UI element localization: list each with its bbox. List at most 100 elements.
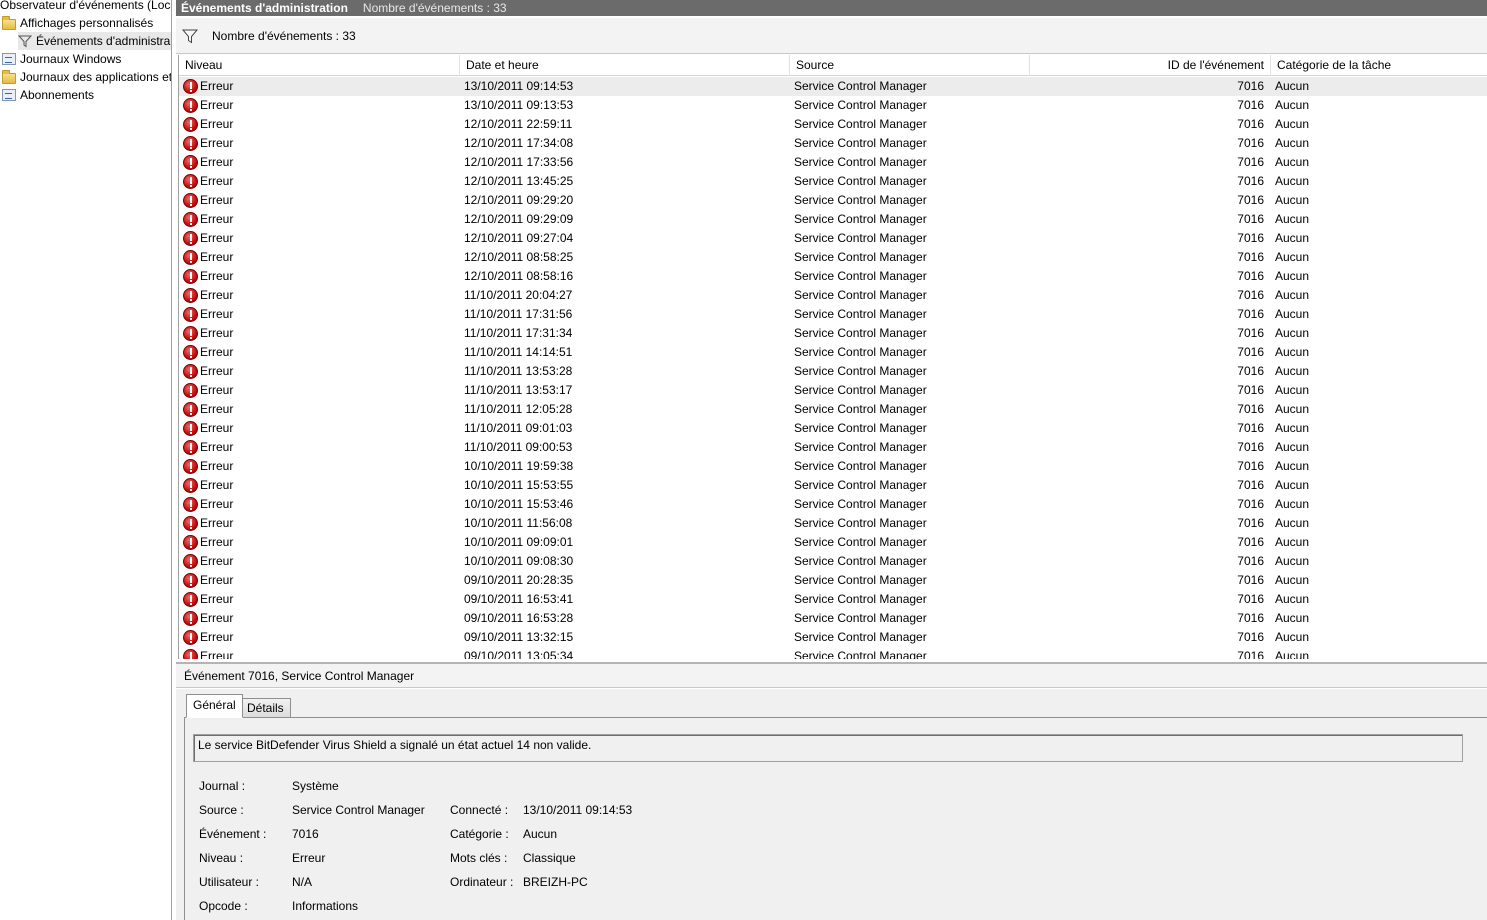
cell-level: Erreur bbox=[183, 153, 453, 172]
table-row[interactable]: Erreur 11/10/2011 09:01:03 Service Control… bbox=[179, 419, 1487, 438]
table-row[interactable]: Erreur 11/10/2011 20:04:27 Service Control… bbox=[179, 286, 1487, 305]
cell-source: Service Control Manager bbox=[794, 478, 927, 492]
table-row[interactable]: Erreur 11/10/2011 09:00:53 Service Control… bbox=[179, 438, 1487, 457]
table-header: Niveau Date et heure Source ID de l'évén… bbox=[179, 55, 1487, 76]
table-row[interactable]: Erreur 12/10/2011 22:59:11 Service Control… bbox=[179, 115, 1487, 134]
table-row[interactable]: Erreur 10/10/2011 15:53:55 Service Control… bbox=[179, 476, 1487, 495]
cell-source: Service Control Manager bbox=[794, 630, 927, 644]
table-row[interactable]: Erreur 10/10/2011 19:59:38 Service Control… bbox=[179, 457, 1487, 476]
main-pane: Événements d'administration Nombre d'évé… bbox=[176, 0, 1487, 920]
cell-level: Erreur bbox=[183, 533, 453, 552]
cell-level: Erreur bbox=[183, 381, 453, 400]
cell-task-category: Aucun bbox=[1275, 155, 1310, 169]
cell-level: Erreur bbox=[183, 324, 453, 343]
table-row[interactable]: Erreur 09/10/2011 16:53:41 Service Control… bbox=[179, 590, 1487, 609]
table-row[interactable]: Erreur 11/10/2011 12:05:28 Service Control… bbox=[179, 400, 1487, 419]
cell-date: 09/10/2011 20:28:35 bbox=[464, 573, 574, 587]
error-icon bbox=[183, 573, 198, 588]
table-row[interactable]: Erreur 11/10/2011 13:53:17 Service Control… bbox=[179, 381, 1487, 400]
column-header-task-category[interactable]: Catégorie de la tâche bbox=[1271, 55, 1487, 76]
table-row[interactable]: Erreur 10/10/2011 15:53:46 Service Control… bbox=[179, 495, 1487, 514]
cell-task-category: Aucun bbox=[1275, 250, 1310, 264]
tree-item-windows-logs[interactable]: Journaux Windows bbox=[2, 50, 121, 68]
cell-date: 12/10/2011 09:29:20 bbox=[464, 193, 574, 207]
cell-event-id: 7016 bbox=[1237, 326, 1264, 340]
cell-task-category: Aucun bbox=[1275, 592, 1310, 606]
tab-general[interactable]: Général bbox=[186, 694, 243, 718]
cell-level: Erreur bbox=[183, 495, 453, 514]
prop-value-source: Service Control Manager bbox=[292, 803, 425, 817]
table-row[interactable]: Erreur 09/10/2011 13:05:34 Service Control… bbox=[179, 647, 1487, 659]
prop-value-category: Aucun bbox=[523, 827, 558, 841]
level-text: Erreur bbox=[200, 421, 234, 435]
filter-icon[interactable] bbox=[182, 28, 198, 44]
cell-level: Erreur bbox=[183, 571, 453, 590]
table-row[interactable]: Erreur 13/10/2011 09:13:53 Service Control… bbox=[179, 96, 1487, 115]
pane-title-bar: Événements d'administration Nombre d'évé… bbox=[176, 0, 1487, 16]
column-header-date[interactable]: Date et heure bbox=[460, 55, 790, 76]
cell-level: Erreur bbox=[183, 77, 453, 96]
error-icon bbox=[183, 535, 198, 550]
tab-details[interactable]: Détails bbox=[240, 698, 291, 718]
table-row[interactable]: Erreur 12/10/2011 08:58:25 Service Control… bbox=[179, 248, 1487, 267]
tree-item-app-logs[interactable]: Journaux des applications et bbox=[2, 68, 172, 86]
cell-event-id: 7016 bbox=[1237, 288, 1264, 302]
cell-date: 11/10/2011 17:31:34 bbox=[464, 326, 573, 340]
table-row[interactable]: Erreur 10/10/2011 09:08:30 Service Control… bbox=[179, 552, 1487, 571]
table-row[interactable]: Erreur 11/10/2011 13:53:28 Service Control… bbox=[179, 362, 1487, 381]
tree-item-custom-views[interactable]: Affichages personnalisés bbox=[2, 14, 153, 32]
level-text: Erreur bbox=[200, 402, 234, 416]
table-row[interactable]: Erreur 09/10/2011 16:53:28 Service Control… bbox=[179, 609, 1487, 628]
tree-item-label: Journaux Windows bbox=[20, 52, 122, 66]
table-row[interactable]: Erreur 10/10/2011 09:09:01 Service Control… bbox=[179, 533, 1487, 552]
cell-level: Erreur bbox=[183, 362, 453, 381]
table-row[interactable]: Erreur 09/10/2011 13:32:15 Service Control… bbox=[179, 628, 1487, 647]
table-row[interactable]: Erreur 12/10/2011 17:34:08 Service Control… bbox=[179, 134, 1487, 153]
table-row[interactable]: Erreur 09/10/2011 20:28:35 Service Control… bbox=[179, 571, 1487, 590]
table-row[interactable]: Erreur 12/10/2011 08:58:16 Service Control… bbox=[179, 267, 1487, 286]
cell-task-category: Aucun bbox=[1275, 231, 1310, 245]
error-icon bbox=[183, 611, 198, 626]
table-row[interactable]: Erreur 12/10/2011 13:45:25 Service Control… bbox=[179, 172, 1487, 191]
tree-item-admin-events[interactable]: Événements d'administra bbox=[18, 32, 171, 50]
table-row[interactable]: Erreur 12/10/2011 17:33:56 Service Control… bbox=[179, 153, 1487, 172]
cell-task-category: Aucun bbox=[1275, 421, 1310, 435]
cell-event-id: 7016 bbox=[1237, 459, 1264, 473]
level-text: Erreur bbox=[200, 383, 234, 397]
error-icon bbox=[183, 649, 198, 659]
cell-task-category: Aucun bbox=[1275, 288, 1310, 302]
level-text: Erreur bbox=[200, 649, 234, 659]
level-text: Erreur bbox=[200, 497, 234, 511]
cell-event-id: 7016 bbox=[1237, 478, 1264, 492]
navigation-tree: Observateur d'événements (Loca Affichage… bbox=[0, 0, 172, 920]
tree-item-label: Journaux des applications et bbox=[20, 70, 172, 84]
app-logs-icon bbox=[2, 69, 16, 84]
tree-item-subscriptions[interactable]: Abonnements bbox=[2, 86, 94, 104]
table-row[interactable]: Erreur 12/10/2011 09:27:04 Service Control… bbox=[179, 229, 1487, 248]
filter-count-label: Nombre d'événements : 33 bbox=[212, 28, 356, 43]
table-row[interactable]: Erreur 10/10/2011 11:56:08 Service Control… bbox=[179, 514, 1487, 533]
tree-root[interactable]: Observateur d'événements (Loca bbox=[0, 0, 171, 14]
table-row[interactable]: Erreur 12/10/2011 09:29:20 Service Control… bbox=[179, 191, 1487, 210]
cell-task-category: Aucun bbox=[1275, 497, 1310, 511]
cell-task-category: Aucun bbox=[1275, 307, 1310, 321]
event-message[interactable]: Le service BitDefender Virus Shield a si… bbox=[193, 734, 1463, 762]
column-header-level[interactable]: Niveau bbox=[179, 55, 460, 76]
cell-date: 10/10/2011 11:56:08 bbox=[464, 516, 573, 530]
level-text: Erreur bbox=[200, 79, 234, 93]
cell-level: Erreur bbox=[183, 647, 453, 659]
cell-date: 12/10/2011 08:58:25 bbox=[464, 250, 574, 264]
column-header-source[interactable]: Source bbox=[790, 55, 1030, 76]
column-header-event-id[interactable]: ID de l'événement bbox=[1030, 55, 1271, 76]
table-row[interactable]: Erreur 12/10/2011 09:29:09 Service Control… bbox=[179, 210, 1487, 229]
table-row[interactable]: Erreur 11/10/2011 17:31:34 Service Control… bbox=[179, 324, 1487, 343]
detail-pane: Général Détails Le service BitDefender V… bbox=[176, 689, 1487, 920]
table-row[interactable]: Erreur 11/10/2011 14:14:51 Service Control… bbox=[179, 343, 1487, 362]
cell-task-category: Aucun bbox=[1275, 516, 1310, 530]
table-row[interactable]: Erreur 11/10/2011 17:31:56 Service Control… bbox=[179, 305, 1487, 324]
cell-level: Erreur bbox=[183, 96, 453, 115]
error-icon bbox=[183, 79, 198, 94]
cell-date: 09/10/2011 16:53:41 bbox=[464, 592, 574, 606]
cell-level: Erreur bbox=[183, 609, 453, 628]
table-row[interactable]: Erreur 13/10/2011 09:14:53 Service Control… bbox=[179, 77, 1487, 96]
